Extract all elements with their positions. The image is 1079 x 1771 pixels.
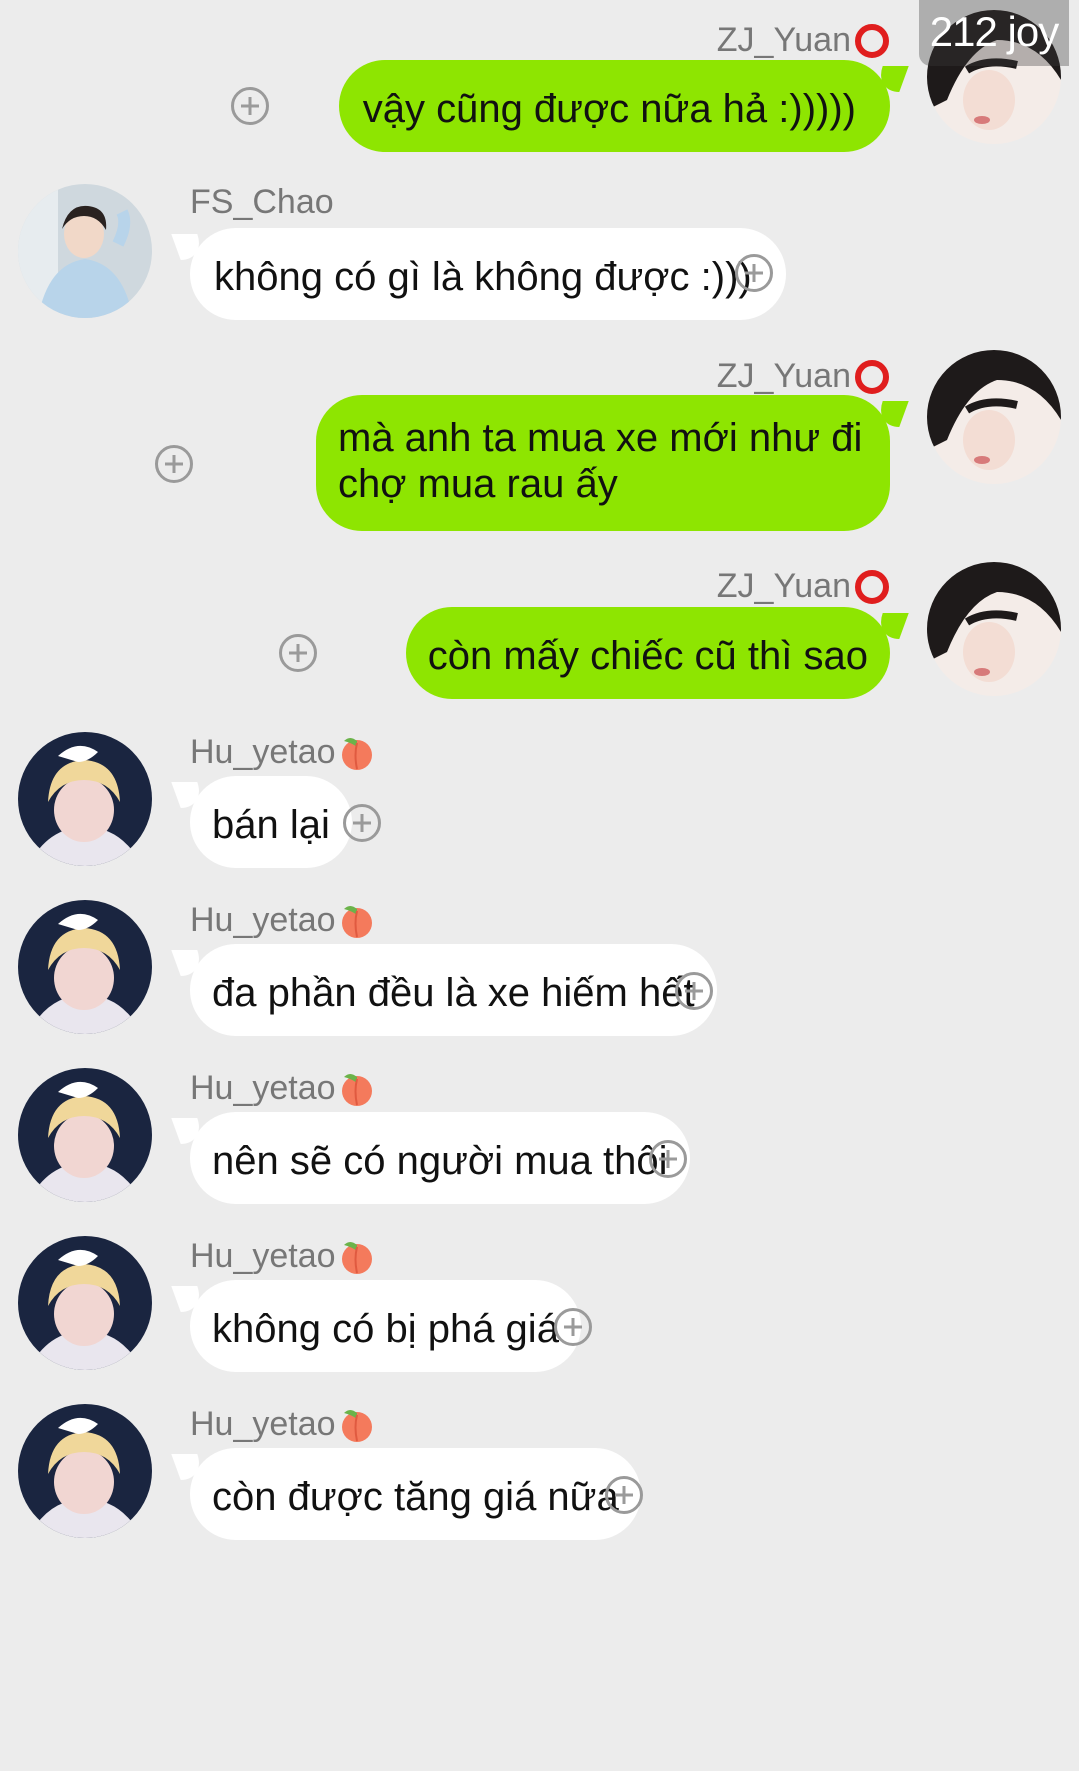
peach-icon (341, 738, 372, 770)
message-row: ZJ_Yuan còn mấy chiếc cũ thì sao (0, 562, 1079, 712)
sender-name: Hu_yetao (190, 1068, 376, 1108)
message-bubble: nên sẽ có người mua thôi (190, 1112, 690, 1204)
avatar-hu-yetao[interactable] (18, 1404, 152, 1538)
sender-name-text: Hu_yetao (190, 1069, 336, 1107)
sender-name-text: Hu_yetao (190, 901, 336, 939)
message-bubble: không có bị phá giá (190, 1280, 581, 1372)
message-bubble: còn mấy chiếc cũ thì sao (405, 607, 890, 699)
add-reaction-icon[interactable] (735, 254, 773, 292)
sender-name-text: FS_Chao (190, 183, 334, 221)
avatar-zj-yuan[interactable] (927, 350, 1061, 484)
message-bubble: không có gì là không được :))) (190, 228, 786, 320)
peach-icon (341, 1410, 372, 1442)
avatar-hu-yetao[interactable] (18, 732, 152, 866)
add-reaction-icon[interactable] (155, 445, 193, 483)
red-circle-icon (855, 570, 889, 604)
sender-name-text: Hu_yetao (190, 1237, 336, 1275)
message-bubble: vậy cũng được nữa hả :))))) (338, 60, 890, 152)
sender-name-text: ZJ_Yuan (716, 357, 851, 395)
peach-icon (341, 1242, 372, 1274)
add-reaction-icon[interactable] (605, 1476, 643, 1514)
message-bubble: đa phần đều là xe hiếm hết (190, 944, 717, 1036)
message-row: Hu_yetao đa phần đều là xe hiếm hết (0, 894, 1079, 1054)
message-row: Hu_yetao còn được tăng giá nữa (0, 1398, 1079, 1568)
message-row: ZJ_Yuan vậy cũng được nữa hả :))))) (0, 0, 1079, 170)
message-row: Hu_yetao bán lại (0, 726, 1079, 886)
message-row: ZJ_Yuan mà anh ta mua xe mới như đi chợ … (0, 348, 1079, 548)
sender-name: Hu_yetao (190, 732, 376, 772)
message-row: FS_Chao không có gì là không được :))) (0, 176, 1079, 336)
add-reaction-icon[interactable] (279, 634, 317, 672)
watermark: 212 joy (919, 0, 1069, 66)
avatar-hu-yetao[interactable] (18, 1236, 152, 1370)
sender-name-text: ZJ_Yuan (716, 21, 851, 59)
avatar-fs-chao[interactable] (18, 184, 152, 318)
red-circle-icon (855, 360, 889, 394)
sender-name-text: ZJ_Yuan (716, 567, 851, 605)
sender-name-text: Hu_yetao (190, 733, 336, 771)
add-reaction-icon[interactable] (231, 87, 269, 125)
add-reaction-icon[interactable] (343, 804, 381, 842)
sender-name: ZJ_Yuan (717, 356, 891, 396)
peach-icon (341, 1074, 372, 1106)
avatar-zj-yuan[interactable] (927, 562, 1061, 696)
add-reaction-icon[interactable] (554, 1308, 592, 1346)
red-circle-icon (855, 24, 889, 58)
avatar-hu-yetao[interactable] (18, 1068, 152, 1202)
chat-thread: ZJ_Yuan vậy cũng được nữa hả :))))) FS_C… (0, 0, 1079, 1771)
sender-name: Hu_yetao (190, 1236, 376, 1276)
message-bubble: còn được tăng giá nữa (190, 1448, 641, 1540)
peach-icon (341, 906, 372, 938)
sender-name: FS_Chao (190, 182, 334, 222)
message-row: Hu_yetao nên sẽ có người mua thôi (0, 1062, 1079, 1222)
message-bubble: mà anh ta mua xe mới như đi chợ mua rau … (316, 395, 890, 531)
sender-name: ZJ_Yuan (717, 20, 891, 60)
sender-name: Hu_yetao (190, 1404, 376, 1444)
add-reaction-icon[interactable] (649, 1140, 687, 1178)
message-bubble: bán lại (190, 776, 352, 868)
message-row: Hu_yetao không có bị phá giá (0, 1230, 1079, 1390)
add-reaction-icon[interactable] (675, 972, 713, 1010)
sender-name: Hu_yetao (190, 900, 376, 940)
sender-name: ZJ_Yuan (717, 566, 891, 606)
avatar-hu-yetao[interactable] (18, 900, 152, 1034)
sender-name-text: Hu_yetao (190, 1405, 336, 1443)
